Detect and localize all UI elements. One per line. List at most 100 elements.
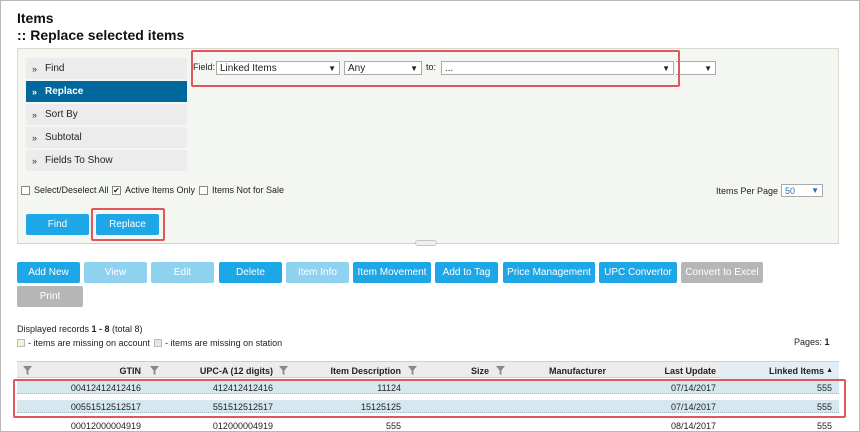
chevron-right-icon: » bbox=[32, 132, 38, 143]
page-title: Items bbox=[17, 10, 54, 26]
field-label: Field: bbox=[193, 62, 216, 72]
dropdown-arrow-icon: ▼ bbox=[662, 63, 670, 73]
cell-item-description: 555 bbox=[385, 420, 401, 431]
select-all-label: Select/Deselect All bbox=[34, 185, 109, 195]
cell-upca: 551512512517 bbox=[212, 401, 273, 412]
cell-upca: 412412412416 bbox=[212, 382, 273, 393]
cell-last-update: 07/14/2017 bbox=[670, 401, 716, 412]
filter-funnel-icon[interactable] bbox=[279, 366, 288, 375]
column-header-linked-items[interactable]: Linked Items ▲ bbox=[720, 362, 839, 379]
add-to-tag-button[interactable]: Add to Tag bbox=[435, 262, 498, 283]
cell-upca: 012000004919 bbox=[212, 420, 273, 431]
field-select[interactable]: Linked Items ▼ bbox=[216, 61, 340, 75]
cell-gtin: 00412412412416 bbox=[70, 382, 141, 393]
chevron-right-icon: » bbox=[32, 86, 38, 97]
legend-station-label: - items are missing on station bbox=[165, 338, 283, 348]
condition-select-value: Any bbox=[348, 62, 366, 74]
table-row[interactable]: 00412412412416 412412412416 11124 07/14/… bbox=[17, 381, 839, 394]
cell-item-description: 15125125 bbox=[360, 401, 401, 412]
records-info: Displayed records 1 - 8 (total 8) bbox=[17, 324, 143, 334]
extra-select[interactable]: ▼ bbox=[676, 61, 716, 75]
sidebar-item-subtotal[interactable]: » Subtotal bbox=[26, 127, 187, 148]
sidebar-item-find[interactable]: » Find bbox=[26, 58, 187, 79]
cell-manufacturer bbox=[495, 400, 606, 413]
print-button[interactable]: Print bbox=[17, 286, 83, 307]
sidebar-item-label: Replace bbox=[45, 86, 84, 97]
sidebar-item-replace[interactable]: » Replace bbox=[26, 81, 187, 102]
splitter-grip-icon[interactable] bbox=[415, 240, 437, 246]
sidebar-item-sort-by[interactable]: » Sort By bbox=[26, 104, 187, 125]
column-header-linked-items-label: Linked Items bbox=[769, 365, 825, 376]
legend-station-swatch-icon bbox=[154, 339, 163, 347]
dropdown-arrow-icon: ▼ bbox=[328, 63, 336, 73]
edit-button[interactable]: Edit bbox=[151, 262, 214, 283]
cell-gtin: 00012000004919 bbox=[70, 420, 141, 431]
sidebar-item-label: Fields To Show bbox=[45, 155, 113, 166]
cell-size bbox=[407, 419, 489, 432]
column-header-upca[interactable]: UPC-A (12 digits) bbox=[157, 362, 273, 379]
to-select-value: ... bbox=[445, 62, 454, 74]
sidebar-item-label: Subtotal bbox=[45, 132, 82, 143]
pagination: Pages: 1 bbox=[794, 337, 830, 347]
filter-funnel-icon[interactable] bbox=[496, 366, 505, 375]
to-label: to: bbox=[426, 62, 437, 72]
column-header-last-update[interactable]: Last Update bbox=[613, 362, 716, 379]
page-subtitle: :: Replace selected items bbox=[17, 27, 185, 43]
legend-account-label: - items are missing on account bbox=[28, 338, 151, 348]
cell-manufacturer bbox=[495, 381, 606, 394]
table-header: GTIN UPC-A (12 digits) Item Description … bbox=[17, 361, 839, 379]
field-select-value: Linked Items bbox=[220, 62, 277, 74]
column-header-manufacturer[interactable]: Manufacturer bbox=[505, 362, 606, 379]
cell-last-update: 07/14/2017 bbox=[670, 382, 716, 393]
view-button[interactable]: View bbox=[84, 262, 147, 283]
dropdown-arrow-icon: ▼ bbox=[410, 63, 418, 73]
active-only-label: Active Items Only bbox=[125, 185, 196, 195]
find-button[interactable]: Find bbox=[26, 214, 89, 235]
dropdown-arrow-icon: ▼ bbox=[704, 63, 712, 73]
items-per-page-value: 50 bbox=[785, 185, 796, 196]
column-header-item-description[interactable]: Item Description bbox=[289, 362, 401, 379]
to-select[interactable]: ... ▼ bbox=[441, 61, 674, 75]
sidebar-item-label: Find bbox=[45, 63, 65, 74]
convert-to-excel-button[interactable]: Convert to Excel bbox=[681, 262, 763, 283]
cell-size bbox=[407, 381, 489, 394]
replace-button[interactable]: Replace bbox=[96, 214, 159, 235]
not-for-sale-label: Items Not for Sale bbox=[212, 185, 285, 195]
column-header-gtin[interactable]: GTIN bbox=[31, 362, 142, 379]
active-only-checkbox[interactable]: ✔ Active Items Only bbox=[112, 185, 195, 195]
dropdown-arrow-icon: ▼ bbox=[811, 186, 819, 195]
item-info-button[interactable]: Item Info bbox=[286, 262, 349, 283]
checkbox-icon bbox=[199, 185, 208, 195]
item-movement-button[interactable]: Item Movement bbox=[353, 262, 431, 283]
cell-linked-items: 555 bbox=[816, 420, 832, 431]
cell-linked-items: 555 bbox=[816, 382, 832, 393]
items-per-page-label: Items Per Page bbox=[716, 186, 779, 196]
delete-button[interactable]: Delete bbox=[219, 262, 282, 283]
table-row[interactable]: 00551512512517 551512512517 15125125 07/… bbox=[17, 400, 839, 413]
cell-last-update: 08/14/2017 bbox=[670, 420, 716, 431]
sidebar-item-label: Sort By bbox=[45, 109, 78, 120]
condition-select[interactable]: Any ▼ bbox=[344, 61, 422, 75]
legend: - items are missing on account - items a… bbox=[17, 338, 282, 348]
page-number[interactable]: 1 bbox=[825, 337, 830, 347]
table-row[interactable]: 00012000004919 012000004919 555 08/14/20… bbox=[17, 418, 839, 431]
filter-funnel-icon[interactable] bbox=[408, 366, 417, 375]
checkbox-icon bbox=[21, 185, 30, 195]
sidebar-item-fields-to-show[interactable]: » Fields To Show bbox=[26, 150, 187, 171]
chevron-right-icon: » bbox=[32, 155, 38, 166]
cell-linked-items: 555 bbox=[816, 401, 832, 412]
cell-manufacturer bbox=[495, 419, 606, 432]
cell-size bbox=[407, 400, 489, 413]
upc-convertor-button[interactable]: UPC Convertor bbox=[599, 262, 677, 283]
checkbox-checked-icon: ✔ bbox=[112, 185, 121, 195]
cell-item-description: 11124 bbox=[377, 382, 401, 393]
select-all-checkbox[interactable]: Select/Deselect All bbox=[21, 185, 109, 195]
add-new-button[interactable]: Add New bbox=[17, 262, 80, 283]
items-per-page-select[interactable]: 50 ▼ bbox=[781, 184, 823, 197]
not-for-sale-checkbox[interactable]: Items Not for Sale bbox=[199, 185, 284, 195]
legend-account-swatch-icon bbox=[17, 339, 25, 347]
price-management-button[interactable]: Price Management bbox=[503, 262, 595, 283]
chevron-right-icon: » bbox=[32, 109, 38, 120]
chevron-right-icon: » bbox=[32, 63, 38, 74]
column-header-size[interactable]: Size bbox=[417, 362, 489, 379]
